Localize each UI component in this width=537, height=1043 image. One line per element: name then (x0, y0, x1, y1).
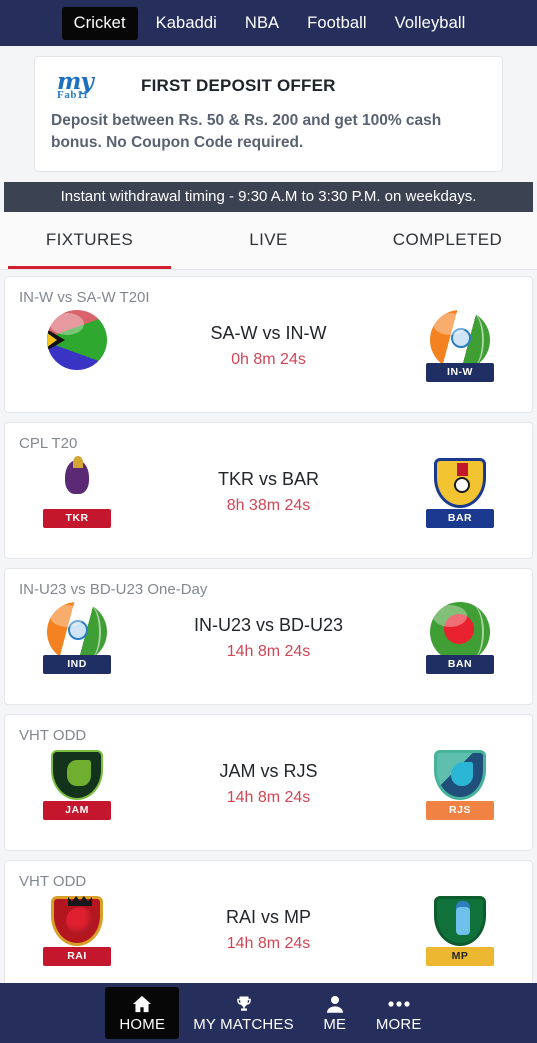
bottom-nav-more[interactable]: MORE (366, 989, 432, 1037)
trinbago-knight-riders-badge: TKR (41, 454, 113, 530)
match-row: JAM JAM vs RJS 14h 8m 24s RJS (19, 746, 518, 822)
bottom-navigation: HOME MY MATCHES ME MORE (0, 983, 537, 1043)
match-series-name: IN-W vs SA-W T20I (19, 288, 150, 306)
match-countdown: 14h 8m 24s (226, 788, 311, 806)
team-code-label: MP (426, 946, 494, 966)
match-teams: RAI vs MP (225, 906, 311, 927)
india-cricket-ball-badge: IN-W (424, 308, 496, 384)
match-card[interactable]: IN-W vs SA-W T20I SA-W vs IN-W 0h 8m 24s… (4, 275, 533, 413)
team-logo-home (51, 749, 103, 800)
match-teams: IN-U23 vs BD-U23 (193, 614, 344, 635)
match-row: SA-W vs IN-W 0h 8m 24s IN-W (19, 308, 518, 384)
trophy-icon (235, 994, 253, 1014)
match-card[interactable]: IN-U23 vs BD-U23 One-Day IND IN-U23 vs B… (4, 567, 533, 705)
bottom-nav-my-matches[interactable]: MY MATCHES (183, 989, 304, 1037)
team-code-label: BAR (426, 508, 494, 528)
team-logo-home (51, 895, 103, 946)
match-row: IND IN-U23 vs BD-U23 14h 8m 24s BAN (19, 600, 518, 676)
home-icon (132, 994, 152, 1014)
match-card[interactable]: VHT ODD RAI RAI vs MP 14h 8m 24s MP (4, 859, 533, 997)
match-center: SA-W vs IN-W 0h 8m 24s (113, 323, 424, 369)
promo-description: Deposit between Rs. 50 & Rs. 200 and get… (51, 112, 442, 152)
team-logo-home (51, 455, 103, 508)
bottom-nav-home-label: HOME (119, 1016, 166, 1033)
match-teams: SA-W vs IN-W (210, 322, 327, 343)
match-countdown: 14h 8m 24s (226, 934, 311, 952)
match-countdown: 0h 8m 24s (231, 350, 306, 368)
ellipsis-icon (388, 994, 410, 1014)
match-row: RAI RAI vs MP 14h 8m 24s MP (19, 892, 518, 968)
promo-banner-wrapper: my Fab11 FIRST DEPOSIT OFFER Deposit bet… (0, 46, 537, 178)
rajasthan-bird-badge: RJS (424, 746, 496, 822)
jammu-badge: JAM (41, 746, 113, 822)
sports-nav-item-kabaddi[interactable]: Kabaddi (146, 8, 227, 39)
team-code-label: RAI (43, 946, 111, 966)
match-center: TKR vs BAR 8h 38m 24s (113, 469, 424, 515)
team-logo-away (434, 749, 486, 800)
match-countdown: 8h 38m 24s (226, 496, 311, 514)
match-center: RAI vs MP 14h 8m 24s (113, 907, 424, 953)
match-card[interactable]: VHT ODD JAM JAM vs RJS 14h 8m 24s RJS (4, 713, 533, 851)
sports-nav-item-nba[interactable]: NBA (235, 8, 289, 39)
sports-nav-item-football[interactable]: Football (297, 8, 377, 39)
promo-header: my Fab11 FIRST DEPOSIT OFFER (51, 70, 486, 101)
match-card[interactable]: CPL T20 TKR TKR vs BAR 8h 38m 24s BAR (4, 421, 533, 559)
bottom-nav-home[interactable]: HOME (105, 987, 180, 1039)
railways-badge: RAI (41, 892, 113, 968)
promo-banner-card[interactable]: my Fab11 FIRST DEPOSIT OFFER Deposit bet… (34, 56, 503, 172)
tab-fixtures[interactable]: FIXTURES (0, 212, 179, 269)
team-code-label: JAM (43, 800, 111, 820)
team-code-label: IND (43, 654, 111, 674)
match-teams: TKR vs BAR (217, 468, 319, 489)
team-code-label: BAN (426, 654, 494, 674)
match-series-name: CPL T20 (19, 434, 78, 452)
match-row: TKR TKR vs BAR 8h 38m 24s BAR (19, 454, 518, 530)
team-code-label: RJS (426, 800, 494, 820)
madhya-pradesh-badge: MP (424, 892, 496, 968)
bottom-nav-me[interactable]: ME (308, 989, 362, 1037)
fixtures-list[interactable]: IN-W vs SA-W T20I SA-W vs IN-W 0h 8m 24s… (0, 270, 537, 1030)
match-series-name: IN-U23 vs BD-U23 One-Day (19, 580, 208, 598)
india-cricket-ball-badge: IND (41, 600, 113, 676)
team-code-label: TKR (43, 508, 111, 528)
ticker-text: Instant withdrawal timing - 9:30 A.M to … (60, 188, 477, 206)
south-africa-flag-badge (41, 308, 113, 384)
sports-nav-item-volleyball[interactable]: Volleyball (385, 8, 476, 39)
withdrawal-ticker-bar: Instant withdrawal timing - 9:30 A.M to … (4, 181, 533, 212)
bottom-nav-my-matches-label: MY MATCHES (193, 1016, 294, 1033)
tab-completed[interactable]: COMPLETED (358, 212, 537, 269)
match-center: JAM vs RJS 14h 8m 24s (113, 761, 424, 807)
myfab11-logo: my Fab11 (51, 70, 123, 101)
tab-live[interactable]: LIVE (179, 212, 358, 269)
team-logo-away (434, 895, 486, 946)
match-countdown: 14h 8m 24s (226, 642, 311, 660)
match-series-name: VHT ODD (19, 726, 87, 744)
bottom-nav-me-label: ME (323, 1016, 347, 1033)
match-center: IN-U23 vs BD-U23 14h 8m 24s (113, 615, 424, 661)
bottom-nav-more-label: MORE (375, 1016, 422, 1033)
team-code-label: IN-W (426, 362, 494, 382)
match-status-tabs: FIXTURES LIVE COMPLETED (0, 211, 537, 270)
bangladesh-cricket-ball-badge: BAN (424, 600, 496, 676)
barbados-royals-badge: BAR (424, 454, 496, 530)
person-icon (326, 994, 343, 1014)
match-series-name: VHT ODD (19, 872, 87, 890)
sports-nav-item-cricket[interactable]: Cricket (61, 6, 138, 40)
sports-nav: Cricket Kabaddi NBA Football Volleyball (0, 0, 537, 46)
team-logo-away (434, 457, 486, 508)
promo-title: FIRST DEPOSIT OFFER (141, 75, 336, 95)
match-teams: JAM vs RJS (219, 760, 318, 781)
